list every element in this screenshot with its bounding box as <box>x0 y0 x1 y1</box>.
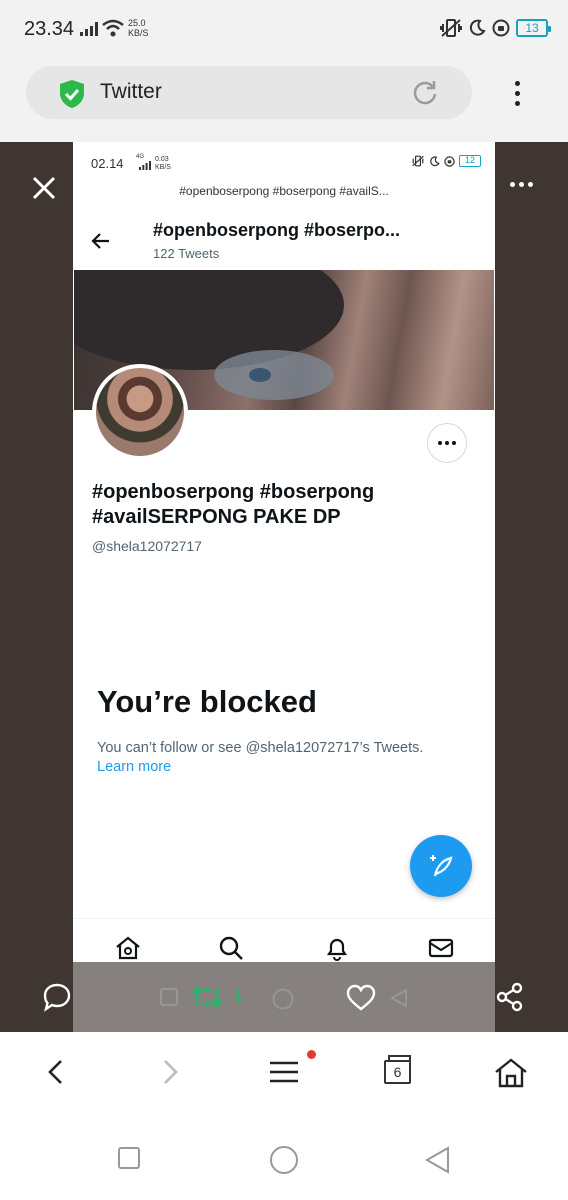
browser-address-bar: Twitter <box>0 60 568 142</box>
browser-toolbar: 6 <box>0 1032 568 1116</box>
url-field[interactable]: Twitter <box>26 66 472 119</box>
kebab-menu-icon[interactable] <box>508 78 526 108</box>
share-icon[interactable] <box>496 982 524 1012</box>
status-icons: 13 <box>440 18 551 38</box>
inner-url-text: #openboserpong #boserpong #availS... <box>179 184 389 198</box>
profile-more-button[interactable] <box>427 423 467 463</box>
home-icon[interactable] <box>494 1058 528 1088</box>
home-icon[interactable] <box>115 935 141 961</box>
inner-network: 4G <box>136 154 145 160</box>
shield-check-icon <box>60 80 84 108</box>
search-icon[interactable] <box>218 935 244 961</box>
avatar[interactable] <box>92 364 188 460</box>
tweet-count: 122 Tweets <box>153 246 220 261</box>
vibrate-icon <box>440 19 462 37</box>
inner-moon-icon <box>430 155 440 166</box>
notification-dot <box>307 1050 316 1059</box>
signal-icon <box>80 22 98 36</box>
display-name: #openboserpong #boserpong #availSERPONG … <box>92 481 375 528</box>
status-time: 23.34 <box>24 18 75 40</box>
ghost-triangle-icon <box>390 988 407 1008</box>
wifi-icon <box>102 19 124 37</box>
inner-alarm-icon <box>444 155 455 167</box>
ghost-square-icon <box>160 988 178 1006</box>
retweet-count: 1 <box>234 988 243 1005</box>
inner-battery-icon: 12 <box>459 155 481 167</box>
compose-feather-icon <box>430 855 453 877</box>
status-bar: 23.34 25.0 KB/S 13 <box>0 0 568 60</box>
inner-vibrate-icon <box>412 155 424 167</box>
retweet-icon[interactable] <box>190 984 224 1010</box>
moon-icon <box>469 19 486 36</box>
forward-icon[interactable] <box>160 1058 180 1086</box>
back-icon[interactable] <box>46 1058 66 1086</box>
tabs-icon[interactable]: 6 <box>384 1055 411 1084</box>
inner-status-bar: 02.14 4G 0.03 KB/S 12 <box>73 142 495 182</box>
back-triangle-icon[interactable] <box>424 1146 450 1174</box>
back-arrow-icon[interactable] <box>91 232 111 250</box>
reload-icon[interactable] <box>412 79 438 105</box>
inner-speed: 0.03 KB/S <box>155 156 171 171</box>
inner-status-icons: 12 <box>411 155 481 167</box>
like-icon[interactable] <box>346 984 376 1012</box>
learn-more-link[interactable]: Learn more <box>97 759 171 775</box>
alarm-icon <box>492 19 510 37</box>
android-navigation-bar <box>0 1116 568 1200</box>
network-speed: 25.0 KB/S <box>128 18 149 38</box>
battery-icon: 13 <box>516 19 551 37</box>
comment-icon[interactable] <box>42 982 72 1012</box>
url-text: Twitter <box>100 80 162 103</box>
blocked-title: You’re blocked <box>97 684 317 719</box>
viewer-action-bar: 1 <box>0 962 568 1032</box>
tweet-screenshot: 02.14 4G 0.03 KB/S 12 #openboserpong #bo… <box>73 142 495 1032</box>
compose-tweet-button[interactable] <box>410 835 472 897</box>
home-circle-icon[interactable] <box>269 1145 299 1175</box>
profile-header: #openboserpong #boserpo... 122 Tweets <box>73 212 495 270</box>
blocked-description: You can’t follow or see @shela12072717’s… <box>97 740 424 756</box>
inner-time: 02.14 <box>91 156 124 171</box>
inner-signal-icon <box>139 161 151 170</box>
notifications-icon[interactable] <box>324 935 350 961</box>
menu-icon[interactable] <box>268 1058 300 1086</box>
ghost-circle-icon <box>272 988 294 1010</box>
more-horizontal-icon[interactable] <box>510 182 533 187</box>
messages-icon[interactable] <box>428 935 454 961</box>
user-handle: @shela12072717 <box>92 538 202 554</box>
header-title: #openboserpong #boserpo... <box>153 220 401 240</box>
close-icon[interactable] <box>30 174 58 202</box>
recents-square-icon[interactable] <box>117 1146 141 1170</box>
